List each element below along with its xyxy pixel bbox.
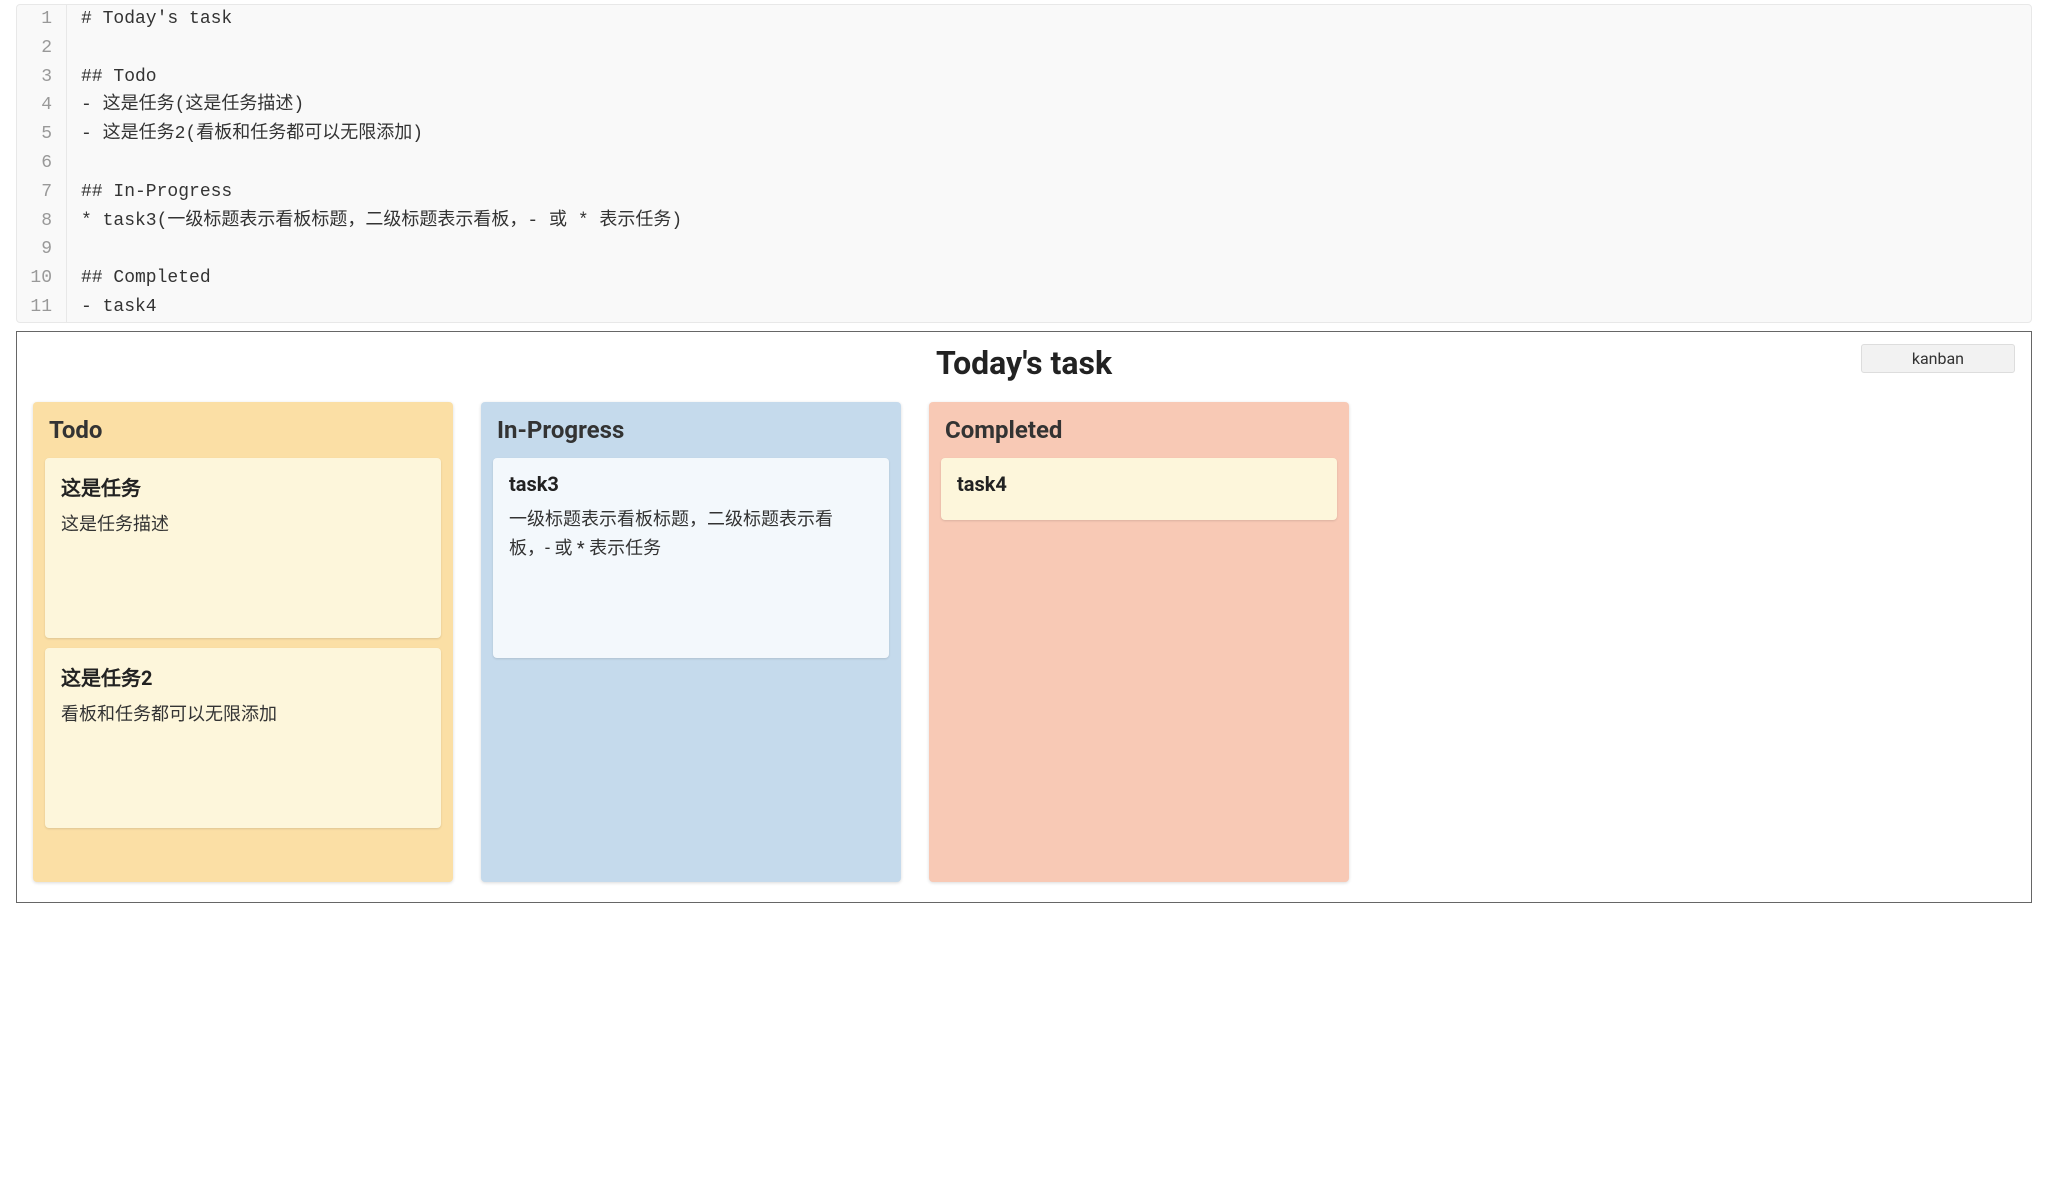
code-line[interactable]: 4- 这是任务(这是任务描述) [17, 91, 2031, 120]
kanban-card[interactable]: 这是任务这是任务描述 [45, 458, 441, 638]
kanban-column-todo[interactable]: Todo这是任务这是任务描述这是任务2看板和任务都可以无限添加 [33, 402, 453, 882]
kanban-column-completed[interactable]: Completed task4 [929, 402, 1349, 882]
kanban-toggle-button[interactable]: kanban [1861, 344, 2015, 373]
code-line[interactable]: 10## Completed [17, 264, 2031, 293]
kanban-card[interactable]: task4 [941, 458, 1337, 520]
card-title: 这是任务 [61, 472, 425, 501]
code-line[interactable]: 7## In-Progress [17, 178, 2031, 207]
line-content[interactable]: - 这是任务2(看板和任务都可以无限添加) [67, 120, 423, 149]
kanban-card[interactable]: 这是任务2 看板和任务都可以无限添加 [45, 648, 441, 828]
line-number: 10 [17, 264, 67, 293]
code-line[interactable]: 11- task4 [17, 293, 2031, 322]
line-number: 4 [17, 91, 67, 120]
line-number: 9 [17, 235, 67, 264]
card-desc: 这是任务描述 [61, 511, 425, 540]
code-line[interactable]: 2 [17, 34, 2031, 63]
line-number: 11 [17, 293, 67, 322]
line-content[interactable]: ## Completed [67, 264, 211, 293]
kanban-header-row: Today's task kanban [33, 344, 2015, 382]
line-number: 7 [17, 178, 67, 207]
card-desc: 看板和任务都可以无限添加 [61, 701, 425, 730]
line-number: 8 [17, 207, 67, 236]
kanban-columns: Todo这是任务这是任务描述这是任务2看板和任务都可以无限添加In-Progre… [33, 402, 2015, 882]
code-line[interactable]: 3## Todo [17, 63, 2031, 92]
code-line[interactable]: 1# Today's task [17, 5, 2031, 34]
card-desc: 一级标题表示看板标题，二级标题表示看板，- 或 * 表示任务 [509, 506, 873, 564]
kanban-card[interactable]: task3 一级标题表示看板标题，二级标题表示看板，- 或 * 表示任务 [493, 458, 889, 658]
kanban-board: Today's task kanban Todo这是任务这是任务描述这是任务2看… [16, 331, 2032, 903]
kanban-title: Today's task [33, 344, 2015, 382]
line-number: 3 [17, 63, 67, 92]
line-content[interactable]: * task3(一级标题表示看板标题，二级标题表示看板，- 或 * 表示任务) [67, 207, 682, 236]
kanban-column-inprogress[interactable]: In-Progress task3 一级标题表示看板标题，二级标题表示看板，- 或 … [481, 402, 901, 882]
column-header: In-Progress [493, 402, 889, 458]
card-title: task4 [957, 472, 1321, 496]
line-content[interactable]: ## Todo [67, 63, 157, 92]
column-header: Completed [941, 402, 1337, 458]
line-number: 2 [17, 34, 67, 63]
line-content[interactable]: - 这是任务(这是任务描述) [67, 91, 304, 120]
line-number: 5 [17, 120, 67, 149]
card-title: 这是任务2 [61, 662, 425, 691]
column-header: Todo [45, 402, 441, 458]
code-line[interactable]: 9 [17, 235, 2031, 264]
line-content[interactable]: - task4 [67, 293, 157, 322]
code-line[interactable]: 5- 这是任务2(看板和任务都可以无限添加) [17, 120, 2031, 149]
code-line[interactable]: 6 [17, 149, 2031, 178]
line-content[interactable]: # Today's task [67, 5, 232, 34]
line-number: 1 [17, 5, 67, 34]
code-line[interactable]: 8* task3(一级标题表示看板标题，二级标题表示看板，- 或 * 表示任务) [17, 207, 2031, 236]
line-number: 6 [17, 149, 67, 178]
line-content[interactable]: ## In-Progress [67, 178, 232, 207]
code-editor[interactable]: 1# Today's task23## Todo4- 这是任务(这是任务描述)5… [16, 4, 2032, 323]
card-title: task3 [509, 472, 873, 496]
